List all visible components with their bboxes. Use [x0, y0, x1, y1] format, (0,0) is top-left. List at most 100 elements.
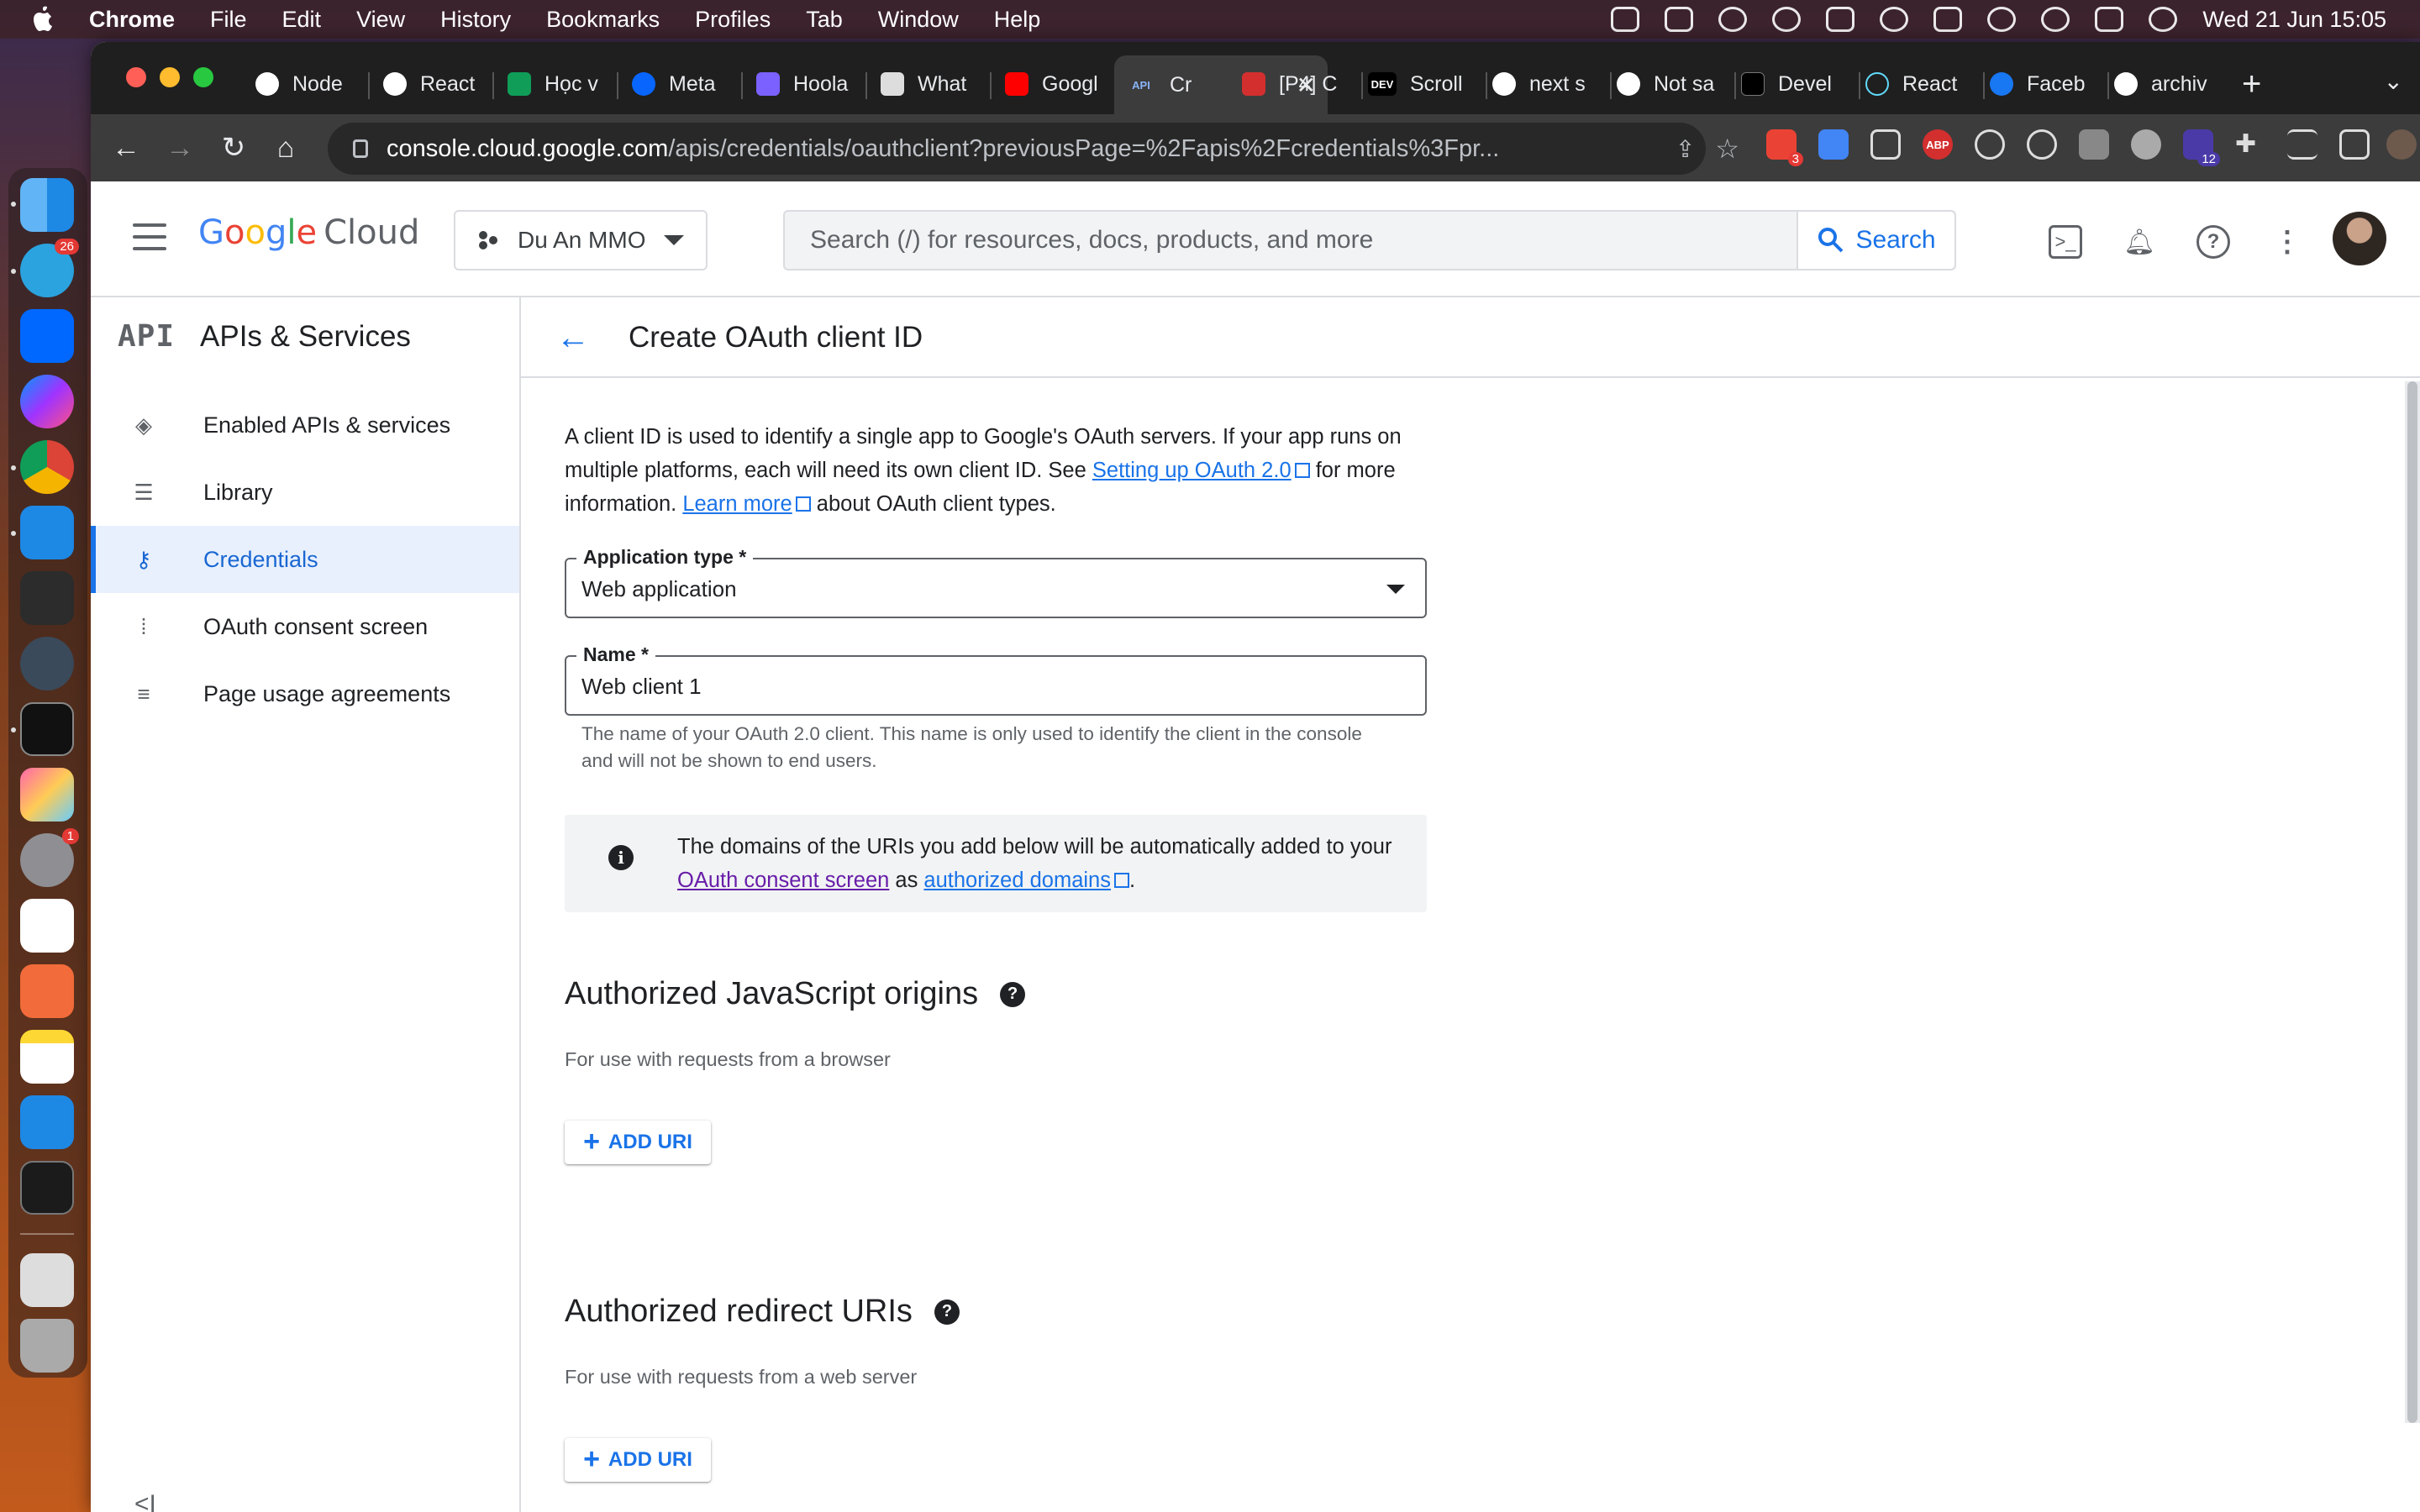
messenger-icon[interactable]	[20, 375, 74, 428]
forward-nav-button[interactable]: →	[161, 129, 198, 166]
bookmark-star-icon[interactable]: ☆	[1715, 133, 1739, 165]
mongodb-compass-icon[interactable]	[20, 899, 74, 953]
menu-view[interactable]: View	[356, 7, 405, 33]
figma-status-icon[interactable]	[1611, 7, 1640, 32]
sidebar-item-library[interactable]: ☰ Library	[91, 459, 519, 526]
finder-icon[interactable]	[20, 178, 74, 232]
menu-edit[interactable]: Edit	[282, 7, 322, 33]
authorized-domains-link[interactable]: authorized domains	[923, 869, 1111, 892]
tab-react-github[interactable]: React	[383, 60, 484, 108]
menu-tab[interactable]: Tab	[806, 7, 843, 33]
account-avatar[interactable]	[2333, 212, 2386, 265]
zoom-window-button[interactable]	[193, 67, 213, 87]
menu-app-name[interactable]: Chrome	[89, 7, 175, 33]
help-question-icon[interactable]: ?	[1000, 981, 1026, 1007]
help-icon[interactable]: ?	[2196, 225, 2230, 259]
add-js-origin-uri-button[interactable]: + ADD URI	[565, 1121, 711, 1164]
google-cloud-logo[interactable]: Google Cloud	[198, 213, 419, 252]
launchpad-icon[interactable]	[20, 768, 74, 822]
tab-what[interactable]: What	[881, 60, 981, 108]
name-value[interactable]: Web client 1	[581, 674, 702, 700]
lock-icon[interactable]	[353, 139, 368, 158]
control-center-icon[interactable]	[2095, 7, 2124, 32]
vivaldi-status-icon[interactable]	[1665, 7, 1694, 32]
profile-avatar[interactable]	[2386, 129, 2417, 160]
more-vert-icon[interactable]: ⋮	[2270, 225, 2304, 259]
back-nav-button[interactable]: ←	[108, 129, 145, 166]
purple-extension-icon[interactable]: 12	[2183, 129, 2220, 166]
trash-icon[interactable]	[20, 1319, 74, 1373]
figma-icon[interactable]	[20, 571, 74, 625]
learn-more-link[interactable]: Learn more	[682, 492, 792, 516]
scrollbar-thumb[interactable]	[2407, 381, 2417, 1423]
wifi-icon[interactable]	[1987, 7, 2017, 32]
close-window-button[interactable]	[126, 67, 146, 87]
translate-extension-icon[interactable]	[1818, 129, 1849, 160]
terminal-icon[interactable]	[20, 702, 74, 756]
menu-profiles[interactable]: Profiles	[695, 7, 771, 33]
shield-extension-icon[interactable]	[2079, 129, 2109, 160]
target-extension-icon[interactable]	[2027, 129, 2057, 160]
menu-history[interactable]: History	[440, 7, 511, 33]
vscode-icon[interactable]	[20, 506, 74, 559]
home-button[interactable]: ⌂	[267, 129, 304, 166]
search-button[interactable]: Search	[1797, 212, 1954, 269]
back-arrow-icon[interactable]: ←	[555, 319, 592, 356]
tab-meta[interactable]: Meta	[632, 60, 733, 108]
cloud-shell-icon[interactable]: >_	[2049, 225, 2082, 259]
adblock-plus-icon[interactable]: ABP	[1923, 129, 1953, 160]
puzzle-extensions-icon[interactable]: ✚	[2235, 129, 2265, 160]
tab-google-youtube[interactable]: Googl	[1005, 60, 1106, 108]
chrome-icon[interactable]	[20, 440, 74, 494]
postman-icon[interactable]	[20, 964, 74, 1018]
sidebar-item-credentials[interactable]: ⚷ Credentials	[91, 526, 519, 593]
tab-node[interactable]: Node	[255, 60, 356, 108]
name-field[interactable]: Name * Web client 1	[565, 643, 1427, 716]
tab-search-chevron-icon[interactable]: ⌄	[2384, 67, 2403, 95]
sidebar-item-enabled-apis[interactable]: ◈ Enabled APIs & services	[91, 391, 519, 459]
reload-button[interactable]: ↻	[215, 129, 252, 166]
menu-file[interactable]: File	[210, 7, 247, 33]
hamburger-menu-icon[interactable]	[133, 223, 166, 250]
collapse-sidebar-icon[interactable]: <I	[134, 1490, 156, 1512]
battery-icon[interactable]	[1933, 7, 1963, 32]
menu-help[interactable]: Help	[994, 7, 1041, 33]
address-bar[interactable]: console.cloud.google.com/apis/credential…	[328, 123, 1739, 175]
menu-clock[interactable]: Wed 21 Jun 15:05	[2202, 7, 2386, 33]
music-extension-icon[interactable]	[2131, 129, 2161, 160]
side-panel-icon[interactable]	[2339, 129, 2370, 160]
notifications-bell-icon[interactable]: 🔔︎	[2123, 225, 2156, 259]
play-status-icon[interactable]	[1772, 7, 1802, 32]
apple-icon[interactable]	[30, 5, 55, 34]
tab-hoola[interactable]: Hoola	[756, 60, 857, 108]
app-store-icon[interactable]	[20, 1095, 74, 1149]
search-bar[interactable]: Search (/) for resources, docs, products…	[783, 210, 1956, 270]
tab-facebook[interactable]: Faceb	[1990, 60, 2099, 108]
share-icon[interactable]: ⇪	[1676, 135, 1695, 163]
menu-bookmarks[interactable]: Bookmarks	[546, 7, 660, 33]
siri-icon[interactable]	[2149, 7, 2178, 32]
tab-scroll-dev[interactable]: DEV Scroll	[1368, 60, 1477, 108]
tab-hoc[interactable]: Học v	[508, 60, 608, 108]
tab-not-sa[interactable]: Not sa	[1617, 60, 1726, 108]
tab-archive[interactable]: archiv	[2114, 60, 2223, 108]
reading-list-icon[interactable]	[2287, 129, 2317, 160]
minimize-window-button[interactable]	[160, 67, 180, 87]
application-type-select[interactable]: Application type * Web application	[565, 546, 1427, 618]
scrollbar[interactable]	[2405, 381, 2420, 1423]
notes-icon[interactable]	[20, 1030, 74, 1084]
search-input[interactable]: Search (/) for resources, docs, products…	[810, 226, 1373, 255]
activity-monitor-icon[interactable]	[20, 1161, 74, 1215]
proxyman-icon[interactable]	[20, 637, 74, 690]
qr-code-extension-icon[interactable]	[1870, 129, 1901, 160]
tab-react[interactable]: React	[1865, 60, 1975, 108]
telegram-icon[interactable]: 26	[20, 239, 79, 297]
new-tab-button[interactable]: +	[2242, 66, 2261, 103]
oauth-consent-screen-link[interactable]: OAuth consent screen	[677, 869, 889, 892]
moon-icon[interactable]	[1880, 7, 1909, 32]
sidebar-item-page-usage[interactable]: ≡ Page usage agreements	[91, 660, 519, 727]
gmail-extension-icon[interactable]: 3	[1766, 129, 1803, 166]
notification-status-icon[interactable]	[1718, 7, 1748, 32]
react-devtools-icon[interactable]	[1975, 129, 2005, 160]
spotlight-search-icon[interactable]	[2041, 7, 2070, 32]
